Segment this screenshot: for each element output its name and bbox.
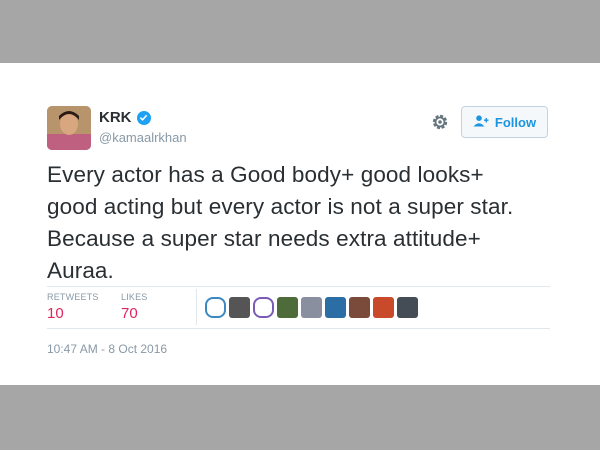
stats-bottom-divider — [47, 328, 550, 329]
liker-avatar[interactable] — [325, 297, 346, 318]
liker-avatar[interactable] — [397, 297, 418, 318]
tweet-text-line: good acting but every actor is not a sup… — [47, 194, 514, 219]
follow-button[interactable]: Follow — [461, 106, 548, 138]
liker-avatar[interactable] — [349, 297, 370, 318]
tweet-text-line: Every actor has a Good body+ good looks+ — [47, 162, 484, 187]
liker-avatar[interactable] — [373, 297, 394, 318]
liker-avatar[interactable] — [253, 297, 274, 318]
display-name[interactable]: KRK — [99, 109, 132, 126]
liker-avatar[interactable] — [301, 297, 322, 318]
tweet-timestamp[interactable]: 10:47 AM - 8 Oct 2016 — [47, 342, 167, 356]
follow-label: Follow — [494, 114, 537, 130]
liker-avatar[interactable] — [277, 297, 298, 318]
user-avatar[interactable] — [47, 106, 91, 150]
liker-avatars — [205, 297, 418, 318]
tweet-text-line: Because a super star needs extra attitud… — [47, 226, 481, 251]
likes-count[interactable]: 70 — [121, 305, 138, 322]
user-handle[interactable]: @kamaalrkhan — [99, 130, 187, 145]
stats-separator — [196, 289, 197, 325]
tweet-text-line: Auraa. — [47, 258, 114, 283]
tweet-text: Every actor has a Good body+ good looks+… — [47, 159, 567, 287]
liker-avatar[interactable] — [205, 297, 226, 318]
tweet-card: KRK @kamaalrkhan Follow Every actor has … — [0, 63, 600, 385]
avatar-image — [47, 106, 91, 150]
add-user-icon — [473, 114, 489, 130]
display-name-row[interactable]: KRK — [99, 109, 151, 126]
gear-icon[interactable] — [430, 112, 450, 132]
retweets-label[interactable]: RETWEETS — [47, 292, 99, 302]
liker-avatar[interactable] — [229, 297, 250, 318]
verified-badge-icon — [136, 110, 151, 125]
stats-top-divider — [47, 286, 550, 287]
likes-label[interactable]: LIKES — [121, 292, 148, 302]
retweets-count[interactable]: 10 — [47, 305, 64, 322]
